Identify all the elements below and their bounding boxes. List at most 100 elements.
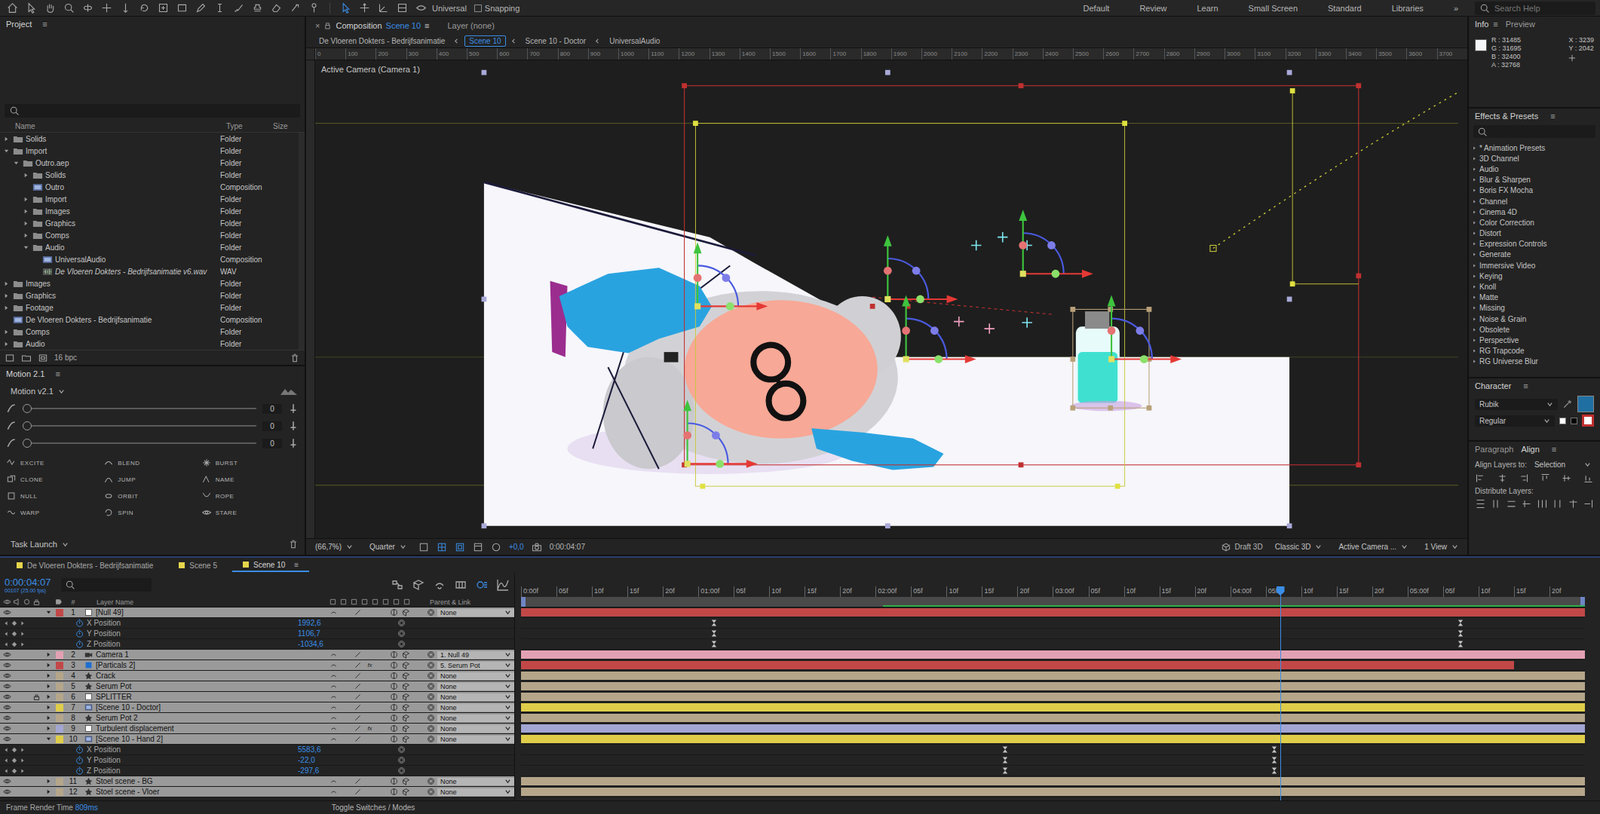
project-item[interactable]: ImagesFolder [0,277,299,290]
project-item[interactable]: CompsFolder [0,229,299,242]
panel-menu-button[interactable]: ≡ [1523,381,1528,391]
previous-keyframe-icon[interactable] [3,641,10,648]
distribute-icon[interactable] [1505,498,1518,510]
disclosure-triangle-icon[interactable] [45,683,53,690]
3d-layer-icon[interactable] [401,714,411,723]
bounds-handle[interactable] [700,484,706,490]
previous-keyframe-icon[interactable] [3,620,10,627]
stopwatch-icon[interactable] [75,629,84,638]
bounds-handle[interactable] [870,303,876,310]
property-row[interactable]: Y Position1106,7 [0,628,515,640]
effect-category[interactable]: Cinema 4D [1468,206,1600,218]
disclosure-triangle-icon[interactable] [1471,209,1478,215]
column-header[interactable]: Size [272,122,305,131]
label-color[interactable] [55,672,64,681]
search-help-field[interactable]: Search Help [1474,1,1596,16]
effects-switch[interactable]: fx [367,662,372,669]
layer-duration-bar[interactable] [521,787,1585,797]
tab-menu-button[interactable]: ≡ [424,21,430,31]
motion-tool-button[interactable]: EXCITE [6,457,104,469]
zoom-dropdown[interactable]: (66,7%) [310,541,358,553]
distribute-icon[interactable] [1474,498,1487,510]
pick-whip-icon[interactable] [426,671,436,681]
layer-duration-bar[interactable] [521,714,1585,723]
tool-button[interactable] [117,1,134,15]
disclosure-triangle-icon[interactable] [12,159,20,167]
label-color[interactable] [55,704,64,712]
trash-icon[interactable] [289,352,301,364]
renderer-dropdown[interactable]: Classic 3D [1270,541,1328,553]
project-search-field[interactable] [4,104,301,118]
pick-whip-icon[interactable] [426,608,436,617]
expression-pick-whip-icon[interactable] [397,629,406,638]
disclosure-triangle-icon[interactable] [45,725,53,733]
lock-icon[interactable] [32,692,41,702]
eye-icon[interactable] [3,650,12,660]
tool-button[interactable] [230,1,247,15]
timeline-tab[interactable]: De Vloeren Dokters - Bedrijfsanimatie [6,560,164,572]
quality-switch-icon[interactable] [353,714,362,723]
effect-category[interactable]: Keying [1468,270,1600,282]
disclosure-triangle-icon[interactable] [22,232,30,240]
add-keyframe-icon[interactable] [11,747,18,754]
expression-pick-whip-icon[interactable] [397,756,406,765]
solo-icon[interactable] [22,597,31,607]
stopwatch-icon[interactable] [75,619,84,628]
effects-search-field[interactable] [1473,125,1596,138]
panel-menu-button[interactable]: ≡ [55,369,60,379]
workspace-tab[interactable]: Default [1083,3,1110,13]
add-keyframe-icon[interactable] [11,620,18,627]
column-header[interactable]: Type [226,122,273,131]
comp-handle[interactable] [481,297,488,303]
layer-row[interactable]: 8Serum Pot 2None [0,713,515,724]
panel-tab[interactable]: Preview [1505,19,1536,29]
expression-pick-whip-icon[interactable] [397,766,406,776]
adjustment-switch-icon[interactable] [389,787,399,797]
align-icon[interactable] [1582,472,1594,485]
keyframe[interactable] [1002,745,1009,755]
work-area-bar[interactable] [521,597,1585,608]
motion-path[interactable] [1213,92,1458,249]
tool-button[interactable] [98,1,115,15]
draft-3d-toggle[interactable]: Draft 3D [1220,542,1263,553]
3d-layer-icon[interactable] [401,787,411,797]
disclosure-triangle-icon[interactable] [1471,358,1478,365]
property-value[interactable]: 1106,7 [297,629,398,638]
guides-icon[interactable] [472,542,484,553]
motion-tool-button[interactable]: WARP [6,507,104,519]
new-folder-icon[interactable] [21,352,32,364]
pick-whip-icon[interactable] [426,703,436,712]
trash-icon[interactable] [288,539,299,550]
shy-switch-icon[interactable] [329,671,338,681]
disclosure-triangle-icon[interactable] [45,651,53,659]
effect-category[interactable]: * Animation Presets [1468,142,1600,154]
project-item[interactable]: CompsFolder [0,325,299,338]
tool-button[interactable] [193,1,209,15]
tool-button[interactable] [356,1,373,15]
selection-handle[interactable] [1069,356,1076,362]
adjustment-switch-icon[interactable] [389,724,399,733]
distribute-icon[interactable] [1489,498,1502,510]
bounds-handle[interactable] [1290,281,1296,287]
disclosure-triangle-icon[interactable] [1471,187,1478,194]
label-color[interactable] [55,788,64,797]
keyframe[interactable] [711,619,718,628]
switch-header-icon[interactable] [370,597,380,607]
selection-handle[interactable] [1107,405,1113,411]
parent-dropdown[interactable]: None [437,609,515,617]
disclosure-triangle-icon[interactable] [22,244,30,252]
comp-handle[interactable] [1287,70,1293,76]
switch-header-icon[interactable] [381,597,390,607]
timeline-tab[interactable]: Scene 10≡ [232,559,310,573]
disclosure-triangle-icon[interactable] [1471,241,1478,247]
shy-layers-icon[interactable] [432,578,447,592]
disclosure-triangle-icon[interactable] [3,304,10,312]
new-composition-icon[interactable] [37,352,49,364]
time-ruler[interactable]: 0:00f05f10f15f20f01:00f05f10f15f20f02:00… [521,573,1585,598]
effect-category[interactable]: Noise & Grain [1468,313,1600,325]
disclosure-triangle-icon[interactable] [3,280,10,288]
shy-switch-icon[interactable] [329,661,338,670]
tool-button[interactable] [136,1,153,15]
disclosure-triangle-icon[interactable] [1471,199,1478,205]
eye-icon[interactable] [3,671,12,681]
